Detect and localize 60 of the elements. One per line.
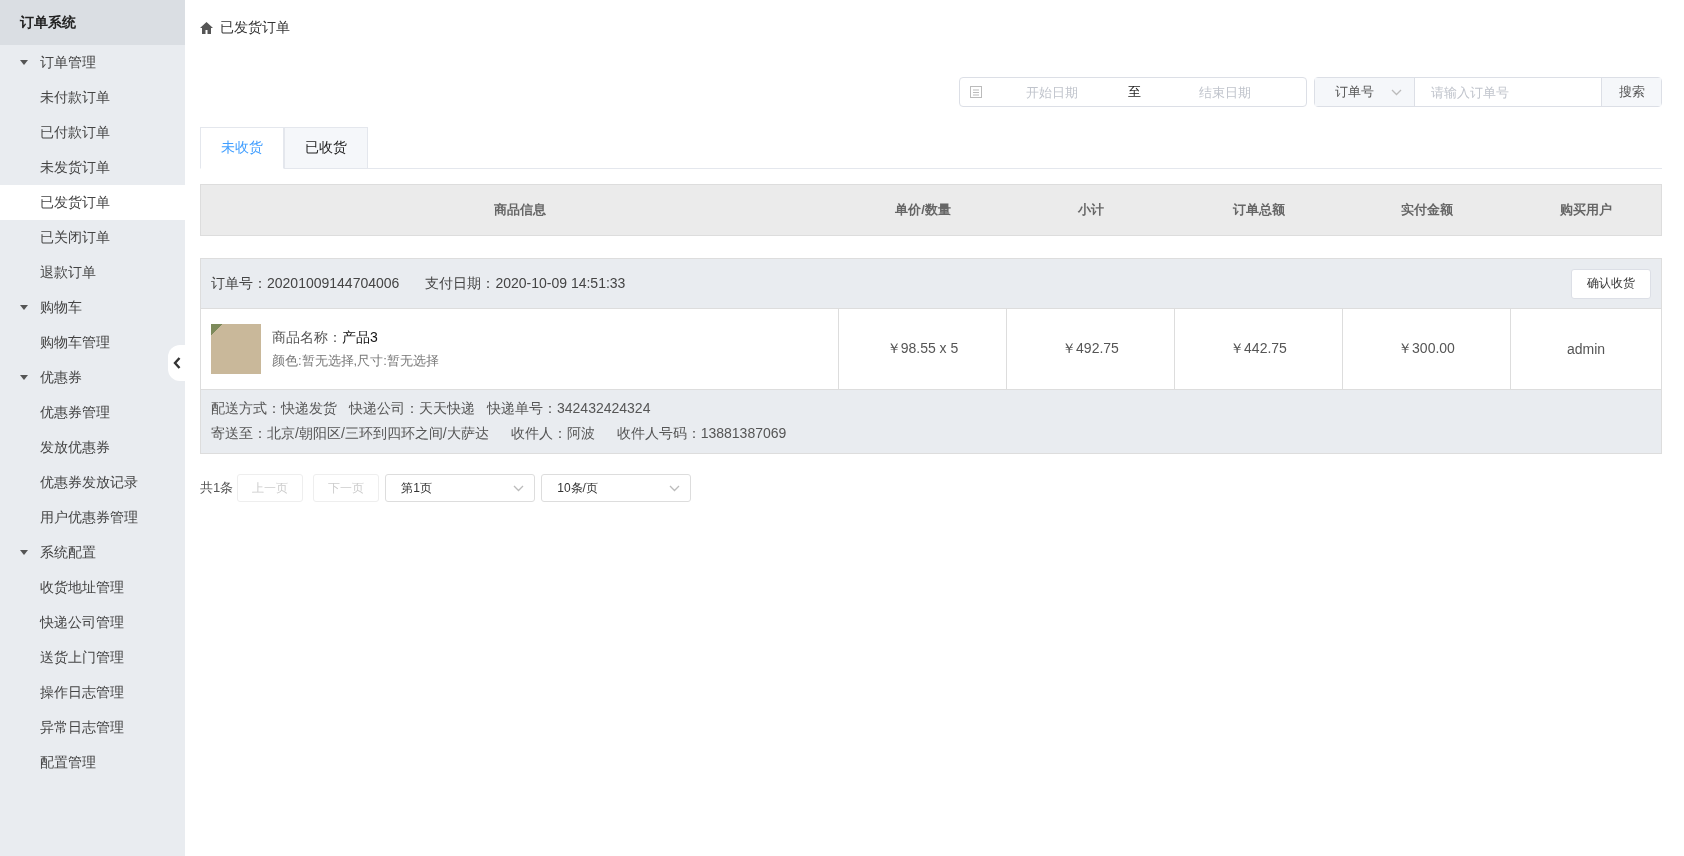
tab[interactable]: 已收货 — [284, 127, 368, 168]
breadcrumb[interactable]: 已发货订单 — [220, 19, 290, 37]
chevron-left-icon — [172, 357, 181, 369]
address-detail: 寄送至：北京/朝阳区/三环到四环之间/大萨达 — [211, 425, 489, 443]
app-title: 订单系统 — [0, 0, 185, 45]
menu-item[interactable]: 已付款订单 — [0, 115, 185, 150]
range-separator: 至 — [1128, 83, 1141, 101]
menu-item[interactable]: 未付款订单 — [0, 80, 185, 115]
calendar-icon — [970, 86, 982, 98]
page-size-select[interactable]: 10条/页 — [541, 474, 692, 502]
product-name: 商品名称：产品3 — [272, 328, 379, 347]
total-count: 共1条 — [200, 479, 234, 497]
start-date-field[interactable]: 开始日期 — [990, 83, 1114, 101]
page-select[interactable]: 第1页 — [385, 474, 536, 502]
chevron-down-icon — [1391, 88, 1402, 96]
order-number: 订单号：20201009144704006 — [211, 274, 400, 293]
menu-item[interactable]: 优惠券发放记录 — [0, 465, 185, 500]
menu-group[interactable]: 优惠券 — [0, 360, 90, 395]
column-header: 小计 — [1077, 201, 1105, 219]
address-detail: 收件人：阿波 — [510, 425, 595, 443]
search-box[interactable]: 订单号 请输入订单号 搜索 — [1314, 77, 1662, 107]
collapse-button[interactable] — [168, 345, 185, 381]
chevron-down-icon — [513, 484, 525, 492]
search-type-select[interactable]: 订单号 — [1315, 78, 1415, 106]
address-detail: 收件人号码：13881387069 — [616, 425, 787, 443]
menu-item[interactable]: 快递公司管理 — [0, 605, 185, 640]
menu-item[interactable]: 送货上门管理 — [0, 640, 185, 675]
product-spec: 颜色:暂无选择,尺寸:暂无选择 — [272, 351, 439, 370]
column-header: 实付金额 — [1400, 201, 1454, 219]
search-button[interactable]: 搜索 — [1601, 78, 1661, 106]
menu-item[interactable]: 未发货订单 — [0, 150, 185, 185]
menu-item[interactable]: 退款订单 — [0, 255, 185, 290]
menu-item[interactable]: 用户优惠券管理 — [0, 500, 185, 535]
menu-group[interactable]: 订单管理 — [0, 45, 104, 80]
date-range-field[interactable]: 开始日期 至 结束日期 — [959, 77, 1307, 107]
column-header: 商品信息 — [493, 201, 547, 219]
home-icon — [200, 22, 213, 34]
menu-item[interactable]: 已发货订单 — [0, 185, 185, 220]
menu-group[interactable]: 系统配置 — [0, 535, 104, 570]
column-header: 单价/数量 — [894, 201, 952, 219]
table-cell-text: admin — [1565, 340, 1607, 359]
menu-item[interactable]: 发放优惠券 — [0, 430, 185, 465]
column-header: 订单总额 — [1232, 201, 1286, 219]
shipping-detail: 快递公司：天天快递 — [349, 400, 475, 418]
photo-placeholder — [211, 324, 261, 374]
menu-item[interactable]: 配置管理 — [0, 745, 185, 780]
menu-item[interactable]: 异常日志管理 — [0, 710, 185, 745]
confirm-receipt-button[interactable]: 确认收货 — [1571, 268, 1651, 299]
menu-item[interactable]: 购物车管理 — [0, 325, 185, 360]
menu-item[interactable]: 优惠券管理 — [0, 395, 185, 430]
shipping-detail: 配送方式：快递发货 — [211, 400, 337, 418]
menu-item[interactable]: 收货地址管理 — [0, 570, 185, 605]
menu-group[interactable]: 购物车 — [0, 290, 90, 325]
end-date-field[interactable]: 结束日期 — [1163, 83, 1287, 101]
pay-date: 支付日期：2020-10-09 14:51:33 — [425, 274, 626, 293]
chevron-down-icon — [669, 484, 681, 492]
menu-item[interactable]: 已关闭订单 — [0, 220, 185, 255]
shipping-detail: 快递单号：342432424324 — [487, 400, 651, 418]
column-header: 购买用户 — [1559, 201, 1613, 219]
menu-item[interactable]: 操作日志管理 — [0, 675, 185, 710]
